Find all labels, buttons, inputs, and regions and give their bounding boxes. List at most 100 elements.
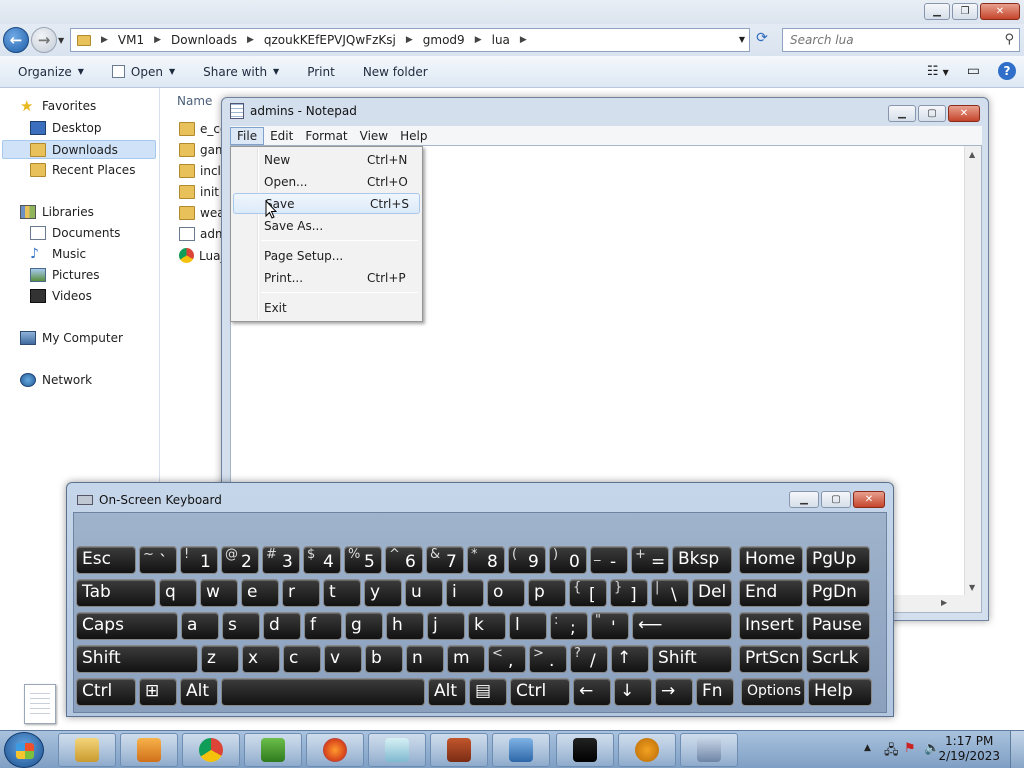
horizontal-scrollbar[interactable]: ▶ [891, 595, 966, 612]
menu-view[interactable]: View [354, 128, 394, 144]
taskbar-notepad-button[interactable] [368, 733, 426, 767]
explorer-restore-button[interactable]: ❐ [952, 3, 978, 20]
key-7[interactable]: & 7 [426, 546, 464, 574]
search-input[interactable] [790, 33, 990, 47]
menu-item-print[interactable]: Print... Ctrl+P [233, 267, 420, 288]
taskbar-explorer-button[interactable] [58, 733, 116, 767]
refresh-icon[interactable]: ⟳ [752, 30, 772, 50]
key-5[interactable]: % 5 [344, 546, 382, 574]
new-folder-button[interactable]: New folder [363, 65, 428, 79]
key-b[interactable]: b [365, 645, 403, 673]
nav-my-computer[interactable]: My Computer [20, 331, 123, 345]
key-bksp[interactable]: Bksp [672, 546, 732, 574]
key-fn[interactable]: Fn [696, 678, 734, 706]
clock[interactable]: 1:17 PM 2/19/2023 [938, 734, 1000, 764]
explorer-close-button[interactable]: ✕ [980, 3, 1020, 20]
menu-edit[interactable]: Edit [264, 128, 299, 144]
key-shift[interactable]: Shift [652, 645, 732, 673]
menu-item-new[interactable]: New Ctrl+N [233, 149, 420, 170]
nav-pictures[interactable]: Pictures [30, 268, 100, 282]
key-ctrl[interactable]: Ctrl [510, 678, 570, 706]
menu-item-exit[interactable]: Exit [233, 297, 420, 318]
share-with-button[interactable]: Share with ▼ [203, 65, 279, 79]
key-8[interactable]: * 8 [467, 546, 505, 574]
nav-favorites[interactable]: ★ Favorites [20, 98, 96, 114]
key-symbol-2-10[interactable]: :; [550, 612, 588, 640]
key-w[interactable]: w [200, 579, 238, 607]
column-header-name[interactable]: Name [177, 94, 212, 108]
key-options[interactable]: Options [741, 678, 805, 706]
nav-videos[interactable]: Videos [30, 289, 92, 303]
key-s[interactable]: s [222, 612, 260, 640]
key-z[interactable]: z [201, 645, 239, 673]
key-end[interactable]: End [739, 579, 803, 607]
search-box[interactable]: ⚲ [782, 28, 1020, 52]
key-a[interactable]: a [181, 612, 219, 640]
menu-help[interactable]: Help [394, 128, 433, 144]
taskbar-chrome-button[interactable] [182, 733, 240, 767]
forward-button[interactable]: → [31, 27, 57, 53]
key-symbol-2-11[interactable]: " ' [591, 612, 629, 640]
search-icon[interactable]: ⚲ [1004, 32, 1014, 47]
back-button[interactable]: ← [3, 27, 29, 53]
key-c[interactable]: c [283, 645, 321, 673]
key-pause[interactable]: Pause [806, 612, 870, 640]
osk-maximize-button[interactable]: ▢ [821, 491, 851, 508]
breadcrumb-downloads[interactable]: Downloads [171, 33, 237, 47]
osk-minimize-button[interactable]: ▁ [789, 491, 819, 508]
organize-button[interactable]: Organize ▼ [18, 65, 84, 79]
menu-item-open[interactable]: Open... Ctrl+O [233, 171, 420, 192]
show-hidden-icons-icon[interactable]: ▲ [864, 743, 871, 753]
key-1[interactable]: ! 1 [180, 546, 218, 574]
key-symbol-3-9[interactable]: >. [529, 645, 567, 673]
nav-downloads[interactable]: Downloads [2, 140, 156, 159]
key-v[interactable]: v [324, 645, 362, 673]
key-symbol-0-1[interactable]: ~ ` [139, 546, 177, 574]
key-insert[interactable]: Insert [739, 612, 803, 640]
key-h[interactable]: h [386, 612, 424, 640]
breadcrumb-vm1[interactable]: VM1 [118, 33, 144, 47]
key-alt[interactable]: Alt [180, 678, 218, 706]
notepad-maximize-button[interactable]: ▢ [918, 105, 946, 122]
address-bar[interactable]: ▶ VM1 ▶ Downloads ▶ qzoukKEfEPVJQwFzKsj ▶ g… [70, 28, 750, 52]
menu-item-save-as[interactable]: Save As... [233, 215, 420, 236]
key-2[interactable]: @2 [221, 546, 259, 574]
key-4[interactable]: $4 [303, 546, 341, 574]
key-6[interactable]: ^ 6 [385, 546, 423, 574]
taskbar-cmd-button[interactable] [556, 733, 614, 767]
key-pgup[interactable]: PgUp [806, 546, 870, 574]
menu-item-save[interactable]: Save Ctrl+S [233, 193, 420, 214]
recent-pages-dropdown[interactable]: ▼ [58, 36, 64, 45]
key-esc[interactable]: Esc [76, 546, 136, 574]
key-f[interactable]: f [304, 612, 342, 640]
key-symbol-2-12[interactable]: ⟵ [632, 612, 732, 640]
scroll-down-icon[interactable]: ▼ [969, 583, 975, 592]
key-u[interactable]: u [405, 579, 443, 607]
key-j[interactable]: j [427, 612, 465, 640]
breadcrumb-gmod9[interactable]: gmod9 [423, 33, 465, 47]
breadcrumb-lua[interactable]: lua [492, 33, 510, 47]
menu-format[interactable]: Format [299, 128, 353, 144]
key-0[interactable]: ) 0 [549, 546, 587, 574]
explorer-minimize-button[interactable]: ▁ [924, 3, 950, 20]
key-r[interactable]: r [282, 579, 320, 607]
key-symbol-1-12[interactable]: }] [610, 579, 648, 607]
key-t[interactable]: t [323, 579, 361, 607]
key-symbol-1-13[interactable]: | \ [651, 579, 689, 607]
menu-item-page-setup[interactable]: Page Setup... [233, 245, 420, 266]
key-home[interactable]: Home [739, 546, 803, 574]
key-q[interactable]: q [159, 579, 197, 607]
osk-close-button[interactable]: ✕ [853, 491, 885, 508]
taskbar-firefox-button[interactable] [306, 733, 364, 767]
taskbar-media-player-button[interactable] [120, 733, 178, 767]
key-y[interactable]: y [364, 579, 402, 607]
nav-documents[interactable]: Documents [30, 226, 120, 240]
key-scrlk[interactable]: ScrLk [806, 645, 870, 673]
taskbar-half-life-button[interactable] [618, 733, 676, 767]
key-alt[interactable]: Alt [428, 678, 466, 706]
key-symbol-3-8[interactable]: <, [488, 645, 526, 673]
key-d[interactable]: d [263, 612, 301, 640]
notepad-close-button[interactable]: ✕ [948, 105, 980, 122]
key-symbol-3-10[interactable]: ? / [570, 645, 608, 673]
vertical-scrollbar[interactable]: ▲ ▼ [964, 146, 981, 596]
